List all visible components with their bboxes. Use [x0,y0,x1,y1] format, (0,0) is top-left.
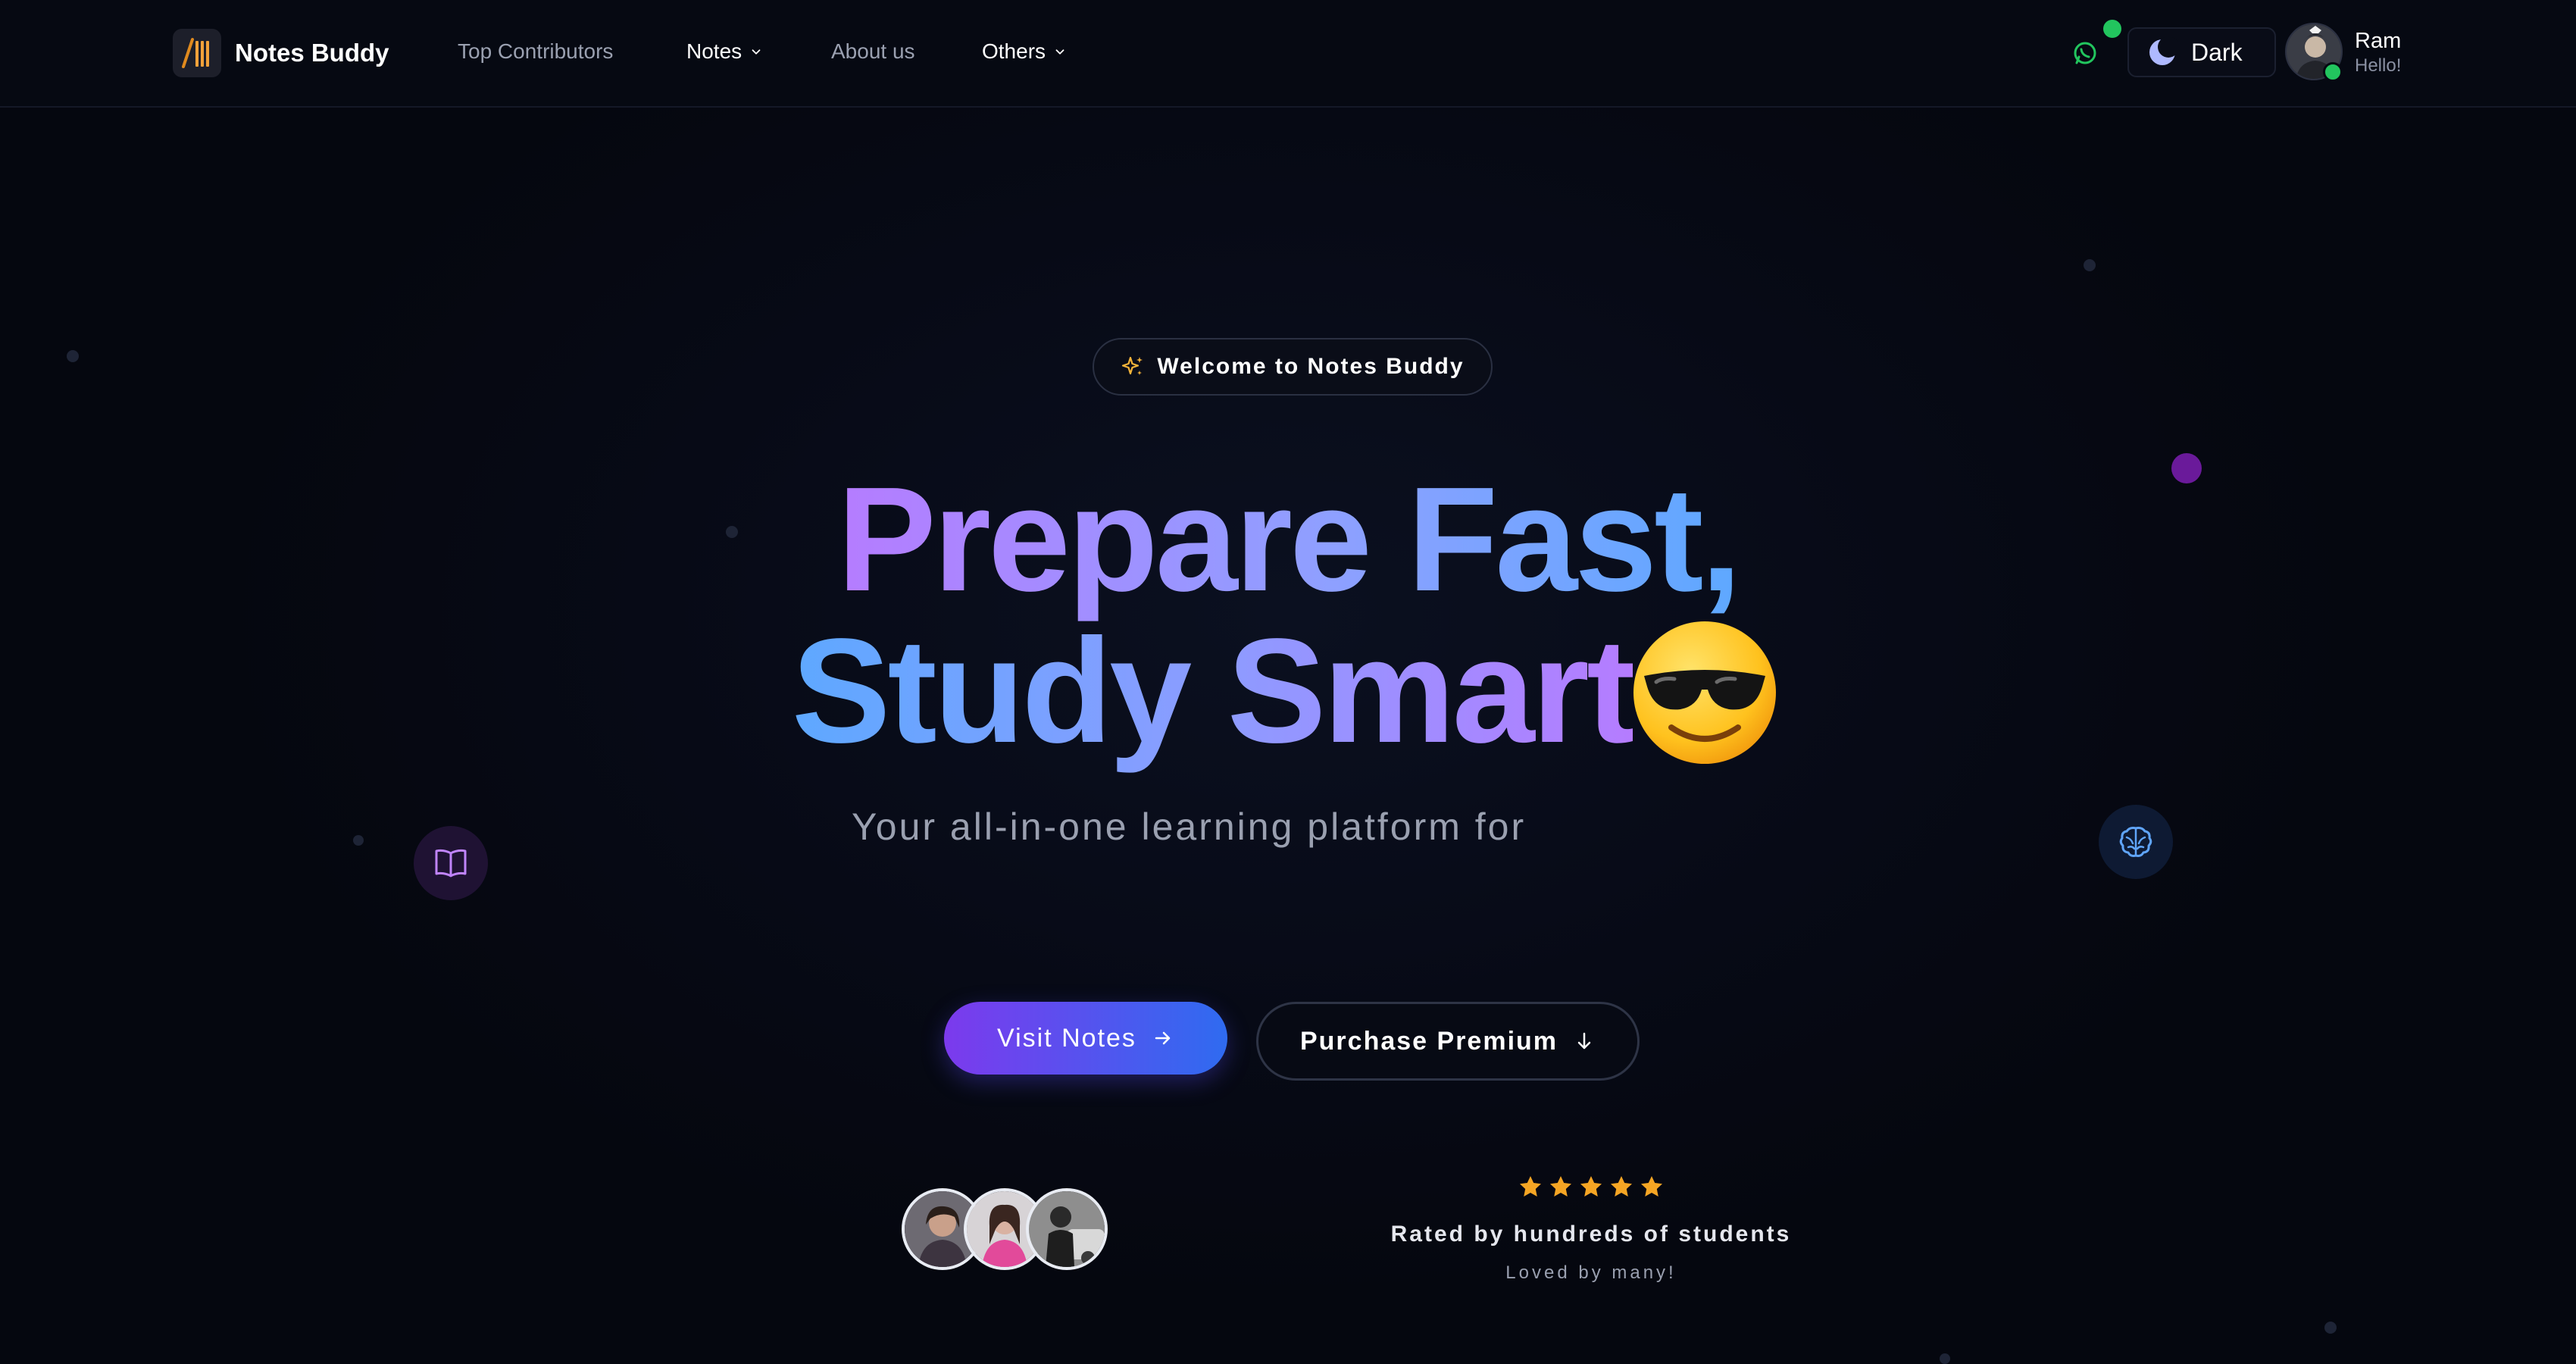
headline-line-1-text: Prepare Fast, [837,456,1742,622]
arrow-right-icon [1155,1031,1171,1045]
brand-name: Notes Buddy [235,39,389,67]
headline-line-2: Study Smart [0,615,2576,767]
brand-link[interactable]: Notes Buddy [173,28,389,78]
student-avatars [902,1188,1114,1276]
nav-dropdown-others[interactable]: Others [982,39,1067,64]
hero-subtitle: Your all-in-one learning platform for [852,806,1527,848]
star-icon [1550,1176,1571,1197]
sunglasses-emoji-icon [1633,621,1776,764]
background-particle [1940,1353,1950,1364]
visit-notes-button[interactable]: Visit Notes [944,1002,1227,1075]
background-particle [2084,259,2096,271]
rating-stars [1518,1175,1664,1199]
whatsapp-icon[interactable] [2070,38,2100,68]
nav-link-label: Others [982,39,1046,63]
arrow-down-icon [1577,1032,1591,1050]
book-open-icon [414,826,488,900]
online-status-dot [2323,62,2343,82]
user-name: Ram [2355,29,2402,53]
welcome-badge: Welcome to Notes Buddy [1093,338,1493,396]
background-particle [67,350,79,362]
nav-dropdown-notes[interactable]: Notes [686,39,763,64]
sparkles-icon [1122,356,1143,375]
user-avatar-button[interactable] [2285,23,2346,83]
chevron-down-icon [1055,49,1064,55]
chevron-down-icon [752,49,761,55]
nav-link-label: About us [831,39,915,63]
top-navbar: Notes Buddy Top Contributors Notes About… [0,0,2576,108]
visit-notes-label: Visit Notes [997,1023,1136,1053]
moon-icon [2149,37,2177,65]
theme-toggle-button[interactable]: Dark [2127,27,2276,77]
star-icon [1520,1176,1541,1197]
star-icon [1641,1176,1662,1197]
nav-link-label: Top Contributors [458,39,614,63]
nav-link-about-us[interactable]: About us [831,39,915,64]
nav-link-label: Notes [686,39,742,63]
user-greeting: Hello! [2355,55,2402,76]
nav-link-top-contributors[interactable]: Top Contributors [458,39,613,64]
headline-line-2-text: Study Smart [791,608,1636,774]
avatar [1026,1188,1108,1270]
background-particle [2324,1322,2337,1334]
headline-line-1: Prepare Fast, [0,464,2576,615]
loved-text: Loved by many! [1505,1262,1677,1283]
brain-icon [2099,805,2173,879]
purchase-premium-button[interactable]: Purchase Premium [1256,1002,1640,1081]
purchase-premium-label: Purchase Premium [1299,1026,1558,1056]
welcome-badge-text: Welcome to Notes Buddy [1157,354,1465,379]
notification-dot [2103,20,2121,38]
theme-toggle-label: Dark [2191,38,2243,66]
logo-icon [173,29,221,77]
user-info[interactable]: Ram Hello! [2355,29,2401,77]
star-icon [1611,1176,1632,1197]
rated-text: Rated by hundreds of students [1390,1222,1792,1247]
star-icon [1580,1176,1602,1197]
background-particle [353,835,364,846]
